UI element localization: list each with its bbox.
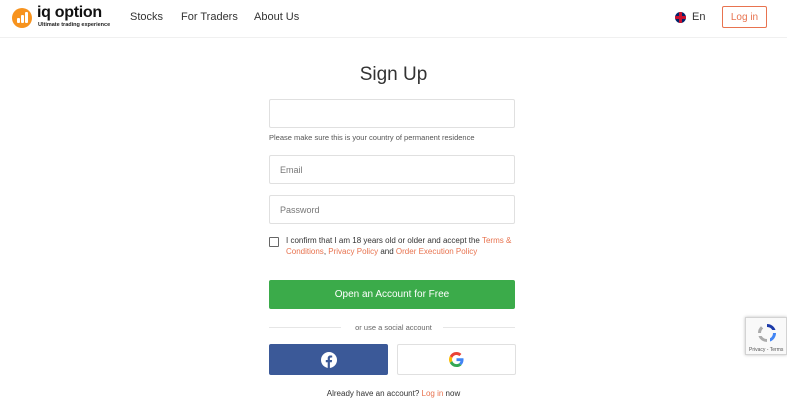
and-text: and [380, 247, 394, 256]
site-header: iq option Ultimate trading experience St… [0, 0, 787, 38]
open-account-button[interactable]: Open an Account for Free [269, 280, 515, 309]
email-field[interactable]: Email [269, 155, 515, 184]
nav-about-us[interactable]: About Us [254, 11, 299, 23]
logo-tagline: Ultimate trading experience [38, 22, 111, 28]
order-execution-policy-link[interactable]: Order Execution Policy [396, 247, 477, 256]
facebook-login-button[interactable] [269, 344, 388, 375]
footer-login-link[interactable]: Log in [422, 389, 444, 398]
confirm-prefix: I confirm that I am 18 years old or olde… [286, 236, 480, 245]
uk-flag-icon[interactable] [675, 12, 686, 23]
recaptcha-badge[interactable]: Privacy - Terms [745, 317, 787, 355]
already-account-text: Already have an account? Log in now [0, 389, 787, 398]
already-suffix: now [445, 389, 461, 398]
comma-separator: , [323, 247, 327, 256]
recaptcha-icon [758, 324, 776, 342]
social-divider-text: or use a social account [355, 323, 432, 332]
country-select[interactable] [269, 99, 515, 128]
facebook-icon [320, 351, 337, 368]
age-terms-checkbox[interactable] [269, 237, 279, 247]
logo-text: iq option [37, 4, 102, 21]
google-login-button[interactable] [397, 344, 516, 375]
page-title: Sign Up [359, 64, 428, 85]
logo-bars-icon [12, 8, 32, 28]
google-icon [449, 352, 464, 367]
divider-right [443, 327, 515, 328]
password-field[interactable]: Password [269, 195, 515, 224]
recaptcha-footer[interactable]: Privacy - Terms [749, 347, 783, 353]
privacy-policy-link[interactable]: Privacy Policy [328, 247, 378, 256]
already-prefix: Already have an account? [326, 389, 420, 398]
login-button[interactable]: Log in [722, 6, 767, 28]
terms-confirm-text: I confirm that I am 18 years old or olde… [286, 235, 516, 257]
language-selector[interactable]: En [692, 11, 705, 23]
country-hint: Please make sure this is your country of… [269, 133, 475, 142]
nav-for-traders[interactable]: For Traders [181, 11, 238, 23]
nav-stocks[interactable]: Stocks [130, 11, 163, 23]
